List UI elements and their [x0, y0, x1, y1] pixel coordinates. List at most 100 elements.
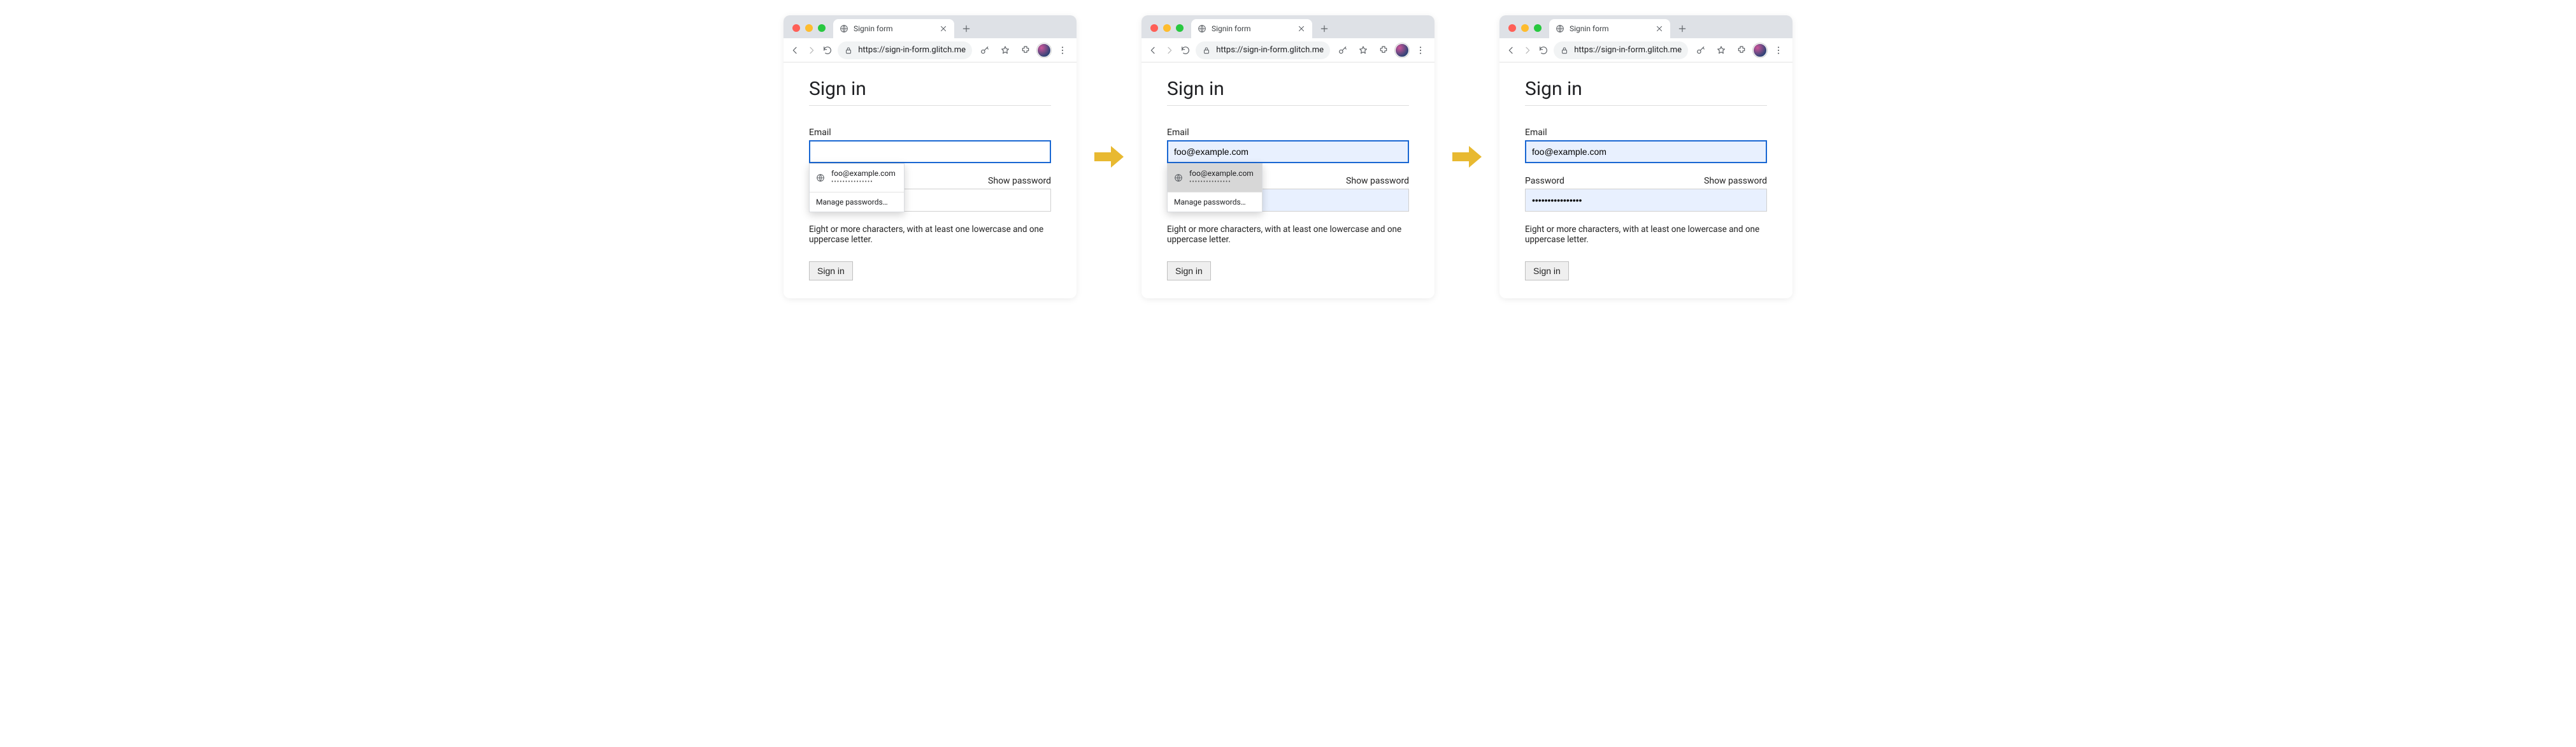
tab-close-icon[interactable]	[1655, 24, 1664, 33]
browser-tab[interactable]: Signin form	[1191, 19, 1312, 38]
extensions-icon[interactable]	[1375, 41, 1392, 59]
lock-icon	[1560, 46, 1569, 55]
profile-avatar[interactable]	[1753, 43, 1767, 57]
suggestion-email: foo@example.com	[1189, 169, 1254, 178]
sequence-arrow-icon	[1092, 140, 1126, 174]
menu-icon[interactable]	[1054, 41, 1071, 59]
suggestion-password-dots: •••••••••••••••	[831, 178, 896, 187]
key-icon[interactable]	[1334, 41, 1352, 59]
page-content: Sign in Email foo@example.com ••••••••••…	[1141, 62, 1435, 298]
browser-window-1: Signin form https://sign-in-form.glitch.…	[784, 15, 1077, 298]
back-button[interactable]	[1505, 41, 1517, 59]
key-icon[interactable]	[1692, 41, 1710, 59]
autofill-dropdown: foo@example.com ••••••••••••••• Manage p…	[809, 163, 905, 212]
menu-icon[interactable]	[1770, 41, 1787, 59]
profile-avatar[interactable]	[1395, 43, 1409, 57]
window-close[interactable]	[1508, 24, 1516, 32]
forward-button[interactable]	[1521, 41, 1534, 59]
signin-button[interactable]: Sign in	[1167, 261, 1211, 280]
page-heading: Sign in	[1525, 78, 1767, 100]
star-icon[interactable]	[996, 41, 1014, 59]
signin-button[interactable]: Sign in	[1525, 261, 1569, 280]
email-input[interactable]	[809, 140, 1051, 163]
tab-strip: Signin form	[1499, 15, 1792, 38]
profile-avatar[interactable]	[1037, 43, 1051, 57]
email-label: Email	[1525, 127, 1767, 138]
tab-close-icon[interactable]	[1297, 24, 1306, 33]
window-close[interactable]	[792, 24, 800, 32]
globe-icon	[840, 24, 848, 33]
star-icon[interactable]	[1354, 41, 1372, 59]
key-icon[interactable]	[976, 41, 994, 59]
email-label: Email	[1167, 127, 1409, 138]
tab-title: Signin form	[1212, 24, 1292, 33]
window-controls	[789, 24, 829, 38]
browser-tab[interactable]: Signin form	[1549, 19, 1670, 38]
globe-icon	[1174, 173, 1183, 182]
password-hint: Eight or more characters, with at least …	[809, 224, 1051, 245]
password-hint: Eight or more characters, with at least …	[1525, 224, 1767, 245]
reload-button[interactable]	[822, 41, 834, 59]
email-input[interactable]	[1525, 140, 1767, 163]
address-bar[interactable]: https://sign-in-form.glitch.me	[1554, 41, 1688, 59]
window-zoom[interactable]	[1176, 24, 1184, 32]
sequence-arrow-icon	[1450, 140, 1484, 174]
extensions-icon[interactable]	[1733, 41, 1750, 59]
show-password-toggle[interactable]: Show password	[988, 176, 1051, 186]
show-password-toggle[interactable]: Show password	[1346, 176, 1409, 186]
window-controls	[1147, 24, 1187, 38]
reload-button[interactable]	[1538, 41, 1550, 59]
new-tab-button[interactable]	[958, 20, 975, 37]
window-close[interactable]	[1150, 24, 1158, 32]
url-text: https://sign-in-form.glitch.me	[1216, 45, 1324, 55]
window-minimize[interactable]	[1163, 24, 1171, 32]
window-minimize[interactable]	[805, 24, 813, 32]
globe-icon	[816, 173, 825, 182]
back-button[interactable]	[789, 41, 801, 59]
address-bar[interactable]: https://sign-in-form.glitch.me	[1196, 41, 1330, 59]
divider	[1525, 105, 1767, 106]
password-field-wrap	[1525, 189, 1767, 212]
browser-tab[interactable]: Signin form	[833, 19, 954, 38]
star-icon[interactable]	[1712, 41, 1730, 59]
manage-passwords[interactable]: Manage passwords…	[1168, 192, 1262, 212]
menu-icon[interactable]	[1412, 41, 1429, 59]
forward-button[interactable]	[1163, 41, 1176, 59]
window-zoom[interactable]	[818, 24, 826, 32]
address-bar[interactable]: https://sign-in-form.glitch.me	[838, 41, 972, 59]
reload-button[interactable]	[1180, 41, 1192, 59]
autofill-suggestion[interactable]: foo@example.com •••••••••••••••	[1168, 164, 1262, 192]
forward-button[interactable]	[805, 41, 818, 59]
window-zoom[interactable]	[1534, 24, 1542, 32]
window-minimize[interactable]	[1521, 24, 1529, 32]
tab-strip: Signin form	[784, 15, 1077, 38]
extensions-icon[interactable]	[1017, 41, 1034, 59]
lock-icon	[1202, 46, 1211, 55]
toolbar: https://sign-in-form.glitch.me	[1499, 38, 1792, 62]
globe-icon	[1556, 24, 1564, 33]
tab-strip: Signin form	[1141, 15, 1435, 38]
show-password-toggle[interactable]: Show password	[1704, 176, 1767, 186]
password-input[interactable]	[1525, 189, 1767, 212]
email-input[interactable]	[1167, 140, 1409, 163]
password-label: Password	[1525, 176, 1564, 186]
autofill-suggestion[interactable]: foo@example.com •••••••••••••••	[810, 164, 904, 192]
password-hint: Eight or more characters, with at least …	[1167, 224, 1409, 245]
url-text: https://sign-in-form.glitch.me	[858, 45, 966, 55]
manage-passwords[interactable]: Manage passwords…	[810, 192, 904, 212]
email-label: Email	[809, 127, 1051, 138]
divider	[809, 105, 1051, 106]
new-tab-button[interactable]	[1316, 20, 1333, 37]
suggestion-password-dots: •••••••••••••••	[1189, 178, 1254, 187]
new-tab-button[interactable]	[1674, 20, 1691, 37]
autofill-dropdown: foo@example.com ••••••••••••••• Manage p…	[1167, 163, 1263, 212]
suggestion-email: foo@example.com	[831, 169, 896, 178]
tab-title: Signin form	[1570, 24, 1650, 33]
globe-icon	[1198, 24, 1206, 33]
signin-button[interactable]: Sign in	[809, 261, 853, 280]
lock-icon	[844, 46, 853, 55]
tab-close-icon[interactable]	[939, 24, 948, 33]
back-button[interactable]	[1147, 41, 1159, 59]
divider	[1167, 105, 1409, 106]
toolbar: https://sign-in-form.glitch.me	[1141, 38, 1435, 62]
